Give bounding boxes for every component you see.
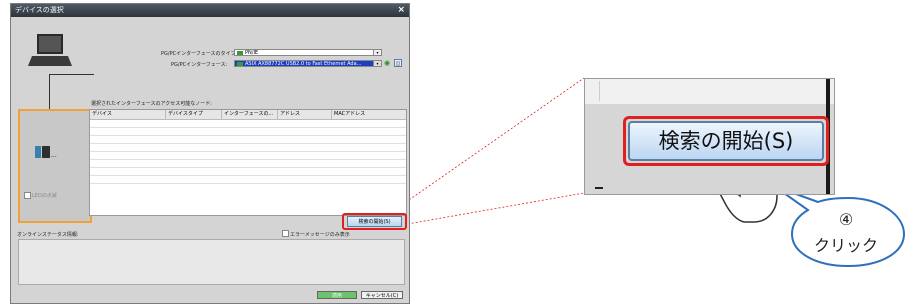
table-row [90,176,406,184]
pgpc-interface-label: PG/PCインターフェース: [171,62,228,68]
table-row [90,160,406,168]
accessible-nodes-label: 選択されたインターフェースのアクセス可能なノード: [91,101,212,107]
table-row [90,136,406,144]
led-blink-label: LEDの点滅 [32,193,57,199]
column-header-address[interactable]: アドレス [278,110,332,119]
network-line-vertical [49,74,50,114]
pgpc-type-select[interactable]: PN/IE ▾ [234,49,382,56]
network-adapter-icon [237,62,243,66]
table-row [90,168,406,176]
error-only-checkbox[interactable] [282,230,289,237]
device-select-dialog: デバイスの選択 × PG/PCインターフェースのタイプ: PN/IE ▾ PG/… [10,3,410,304]
chevron-down-icon[interactable]: ▾ [373,61,381,66]
online-status-box [18,239,405,285]
zoom-start-search-button[interactable]: 検索の開始(S) [628,121,824,161]
zoom-guide-line-bottom [395,192,585,227]
connect-status-icon[interactable]: ◉ [384,60,390,67]
close-icon[interactable]: × [397,4,405,17]
dialog-title: デバイスの選択 [15,6,64,14]
step-number: ④ [838,210,854,229]
plc-icon: ... [35,146,63,160]
properties-icon[interactable]: ◫ [394,59,402,67]
interface-type-icon [237,51,243,55]
zoom-top-area [585,79,834,104]
zoom-inset: 検索の開始(S) [584,78,835,195]
column-header-device-type[interactable]: デバイスタイプ [166,110,222,119]
pgpc-type-value: PN/IE [245,50,259,56]
laptop-icon [28,34,72,66]
start-search-button[interactable]: 検索の開始(S) [347,216,402,227]
table-row [90,152,406,160]
pgpc-type-label: PG/PCインターフェースのタイプ: [161,51,238,57]
table-row [90,120,406,128]
pgpc-interface-value: ASIX AX88772C USB2.0 to Fast Ethernet Ad… [245,61,362,67]
led-blink-checkbox[interactable] [24,192,31,199]
dialog-titlebar: デバイスの選択 × [11,4,409,17]
zoom-guide-line-top [395,77,585,210]
cancel-button[interactable]: キャンセル(C) [361,291,403,299]
table-row [90,144,406,152]
click-instruction: クリック [813,236,878,255]
zoom-dash [595,187,603,189]
apply-button[interactable]: 適用 [317,291,357,299]
accessible-nodes-table: デバイス デバイスタイプ インターフェースの... アドレス MACアドレス [89,109,407,216]
target-device-frame: ... LEDの点滅 [18,109,92,223]
table-header: デバイス デバイスタイプ インターフェースの... アドレス MACアドレス [90,110,406,120]
network-line-horizontal [49,74,94,75]
chevron-down-icon[interactable]: ▾ [373,50,381,55]
online-status-label: オンラインステータス情報: [17,232,79,238]
click-callout: ④ クリック [786,192,906,268]
table-row [90,128,406,136]
column-header-device[interactable]: デバイス [90,110,166,119]
column-header-interface[interactable]: インターフェースの... [222,110,278,119]
error-only-label: エラーメッセージのみ表示 [290,232,350,238]
pgpc-interface-select[interactable]: ASIX AX88772C USB2.0 to Fast Ethernet Ad… [234,60,382,67]
column-header-mac-address[interactable]: MACアドレス [332,110,406,119]
